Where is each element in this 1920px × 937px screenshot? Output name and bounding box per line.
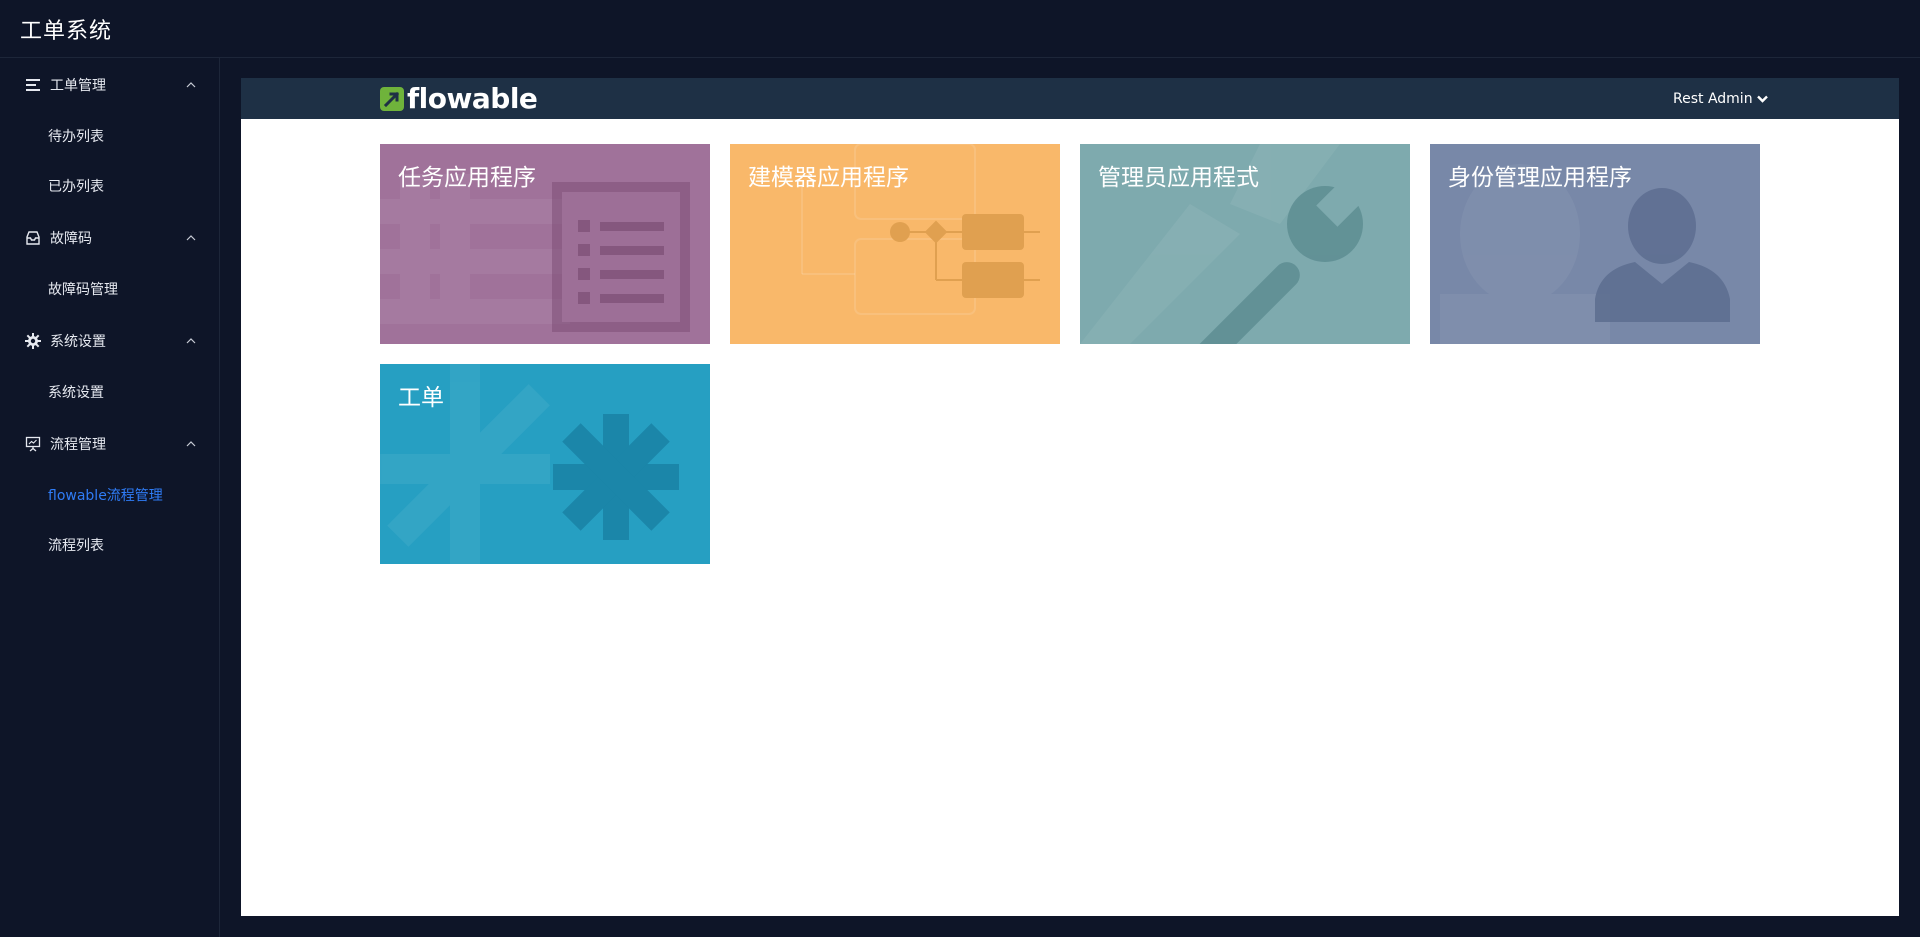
chevron-up-icon [185, 438, 197, 450]
flowable-header: flowable Rest Admin [241, 78, 1899, 119]
menu-item-label: 故障码管理 [48, 282, 118, 298]
menu-group-label: 流程管理 [50, 436, 106, 453]
menu-item-label: flowable流程管理 [48, 488, 163, 504]
menu-item-label: 流程列表 [48, 538, 104, 554]
tile-task-app[interactable]: 任务应用程序 [380, 144, 710, 344]
menu-item-label: 已办列表 [48, 179, 104, 195]
menu-item-flowable-process-management[interactable]: flowable流程管理 [0, 470, 219, 520]
menu-group-fault-code[interactable]: 故障码 [0, 211, 219, 264]
tile-title: 任务应用程序 [398, 165, 536, 191]
flowable-logo[interactable]: flowable [380, 82, 538, 115]
flowable-frame: flowable Rest Admin 任务应用程序 建模器应用程序 管理员应用… [241, 78, 1899, 916]
menu-item-process-list[interactable]: 流程列表 [0, 520, 219, 570]
menu-item-done-list[interactable]: 已办列表 [0, 161, 219, 211]
flowable-logo-icon [380, 87, 404, 111]
menu-group-ticket-management[interactable]: 工单管理 [0, 58, 219, 111]
list-icon [24, 76, 42, 94]
chevron-up-icon [185, 335, 197, 347]
chevron-up-icon [185, 79, 197, 91]
menu-item-fault-code-management[interactable]: 故障码管理 [0, 264, 219, 314]
menu-group-label: 系统设置 [50, 333, 106, 350]
menu-item-system-settings[interactable]: 系统设置 [0, 367, 219, 417]
menu-item-label: 系统设置 [48, 385, 104, 401]
menu-group-label: 故障码 [50, 230, 92, 247]
tile-admin-app[interactable]: 管理员应用程式 [1080, 144, 1410, 344]
menu-group-label: 工单管理 [50, 77, 106, 94]
menu-group-process-management[interactable]: 流程管理 [0, 417, 219, 470]
app-title: 工单系统 [20, 18, 113, 44]
tile-title: 工单 [398, 385, 444, 411]
tile-work-order[interactable]: 工单 [380, 364, 710, 564]
tile-title: 身份管理应用程序 [1448, 165, 1632, 191]
tile-title: 建模器应用程序 [748, 165, 909, 191]
menu-group-system-settings[interactable]: 系统设置 [0, 314, 219, 367]
tile-title: 管理员应用程式 [1098, 165, 1259, 191]
chevron-down-icon [1756, 95, 1768, 103]
user-name: Rest Admin [1673, 90, 1753, 107]
presentation-icon [24, 435, 42, 453]
user-menu[interactable]: Rest Admin [1673, 78, 1768, 119]
tile-identity-app[interactable]: 身份管理应用程序 [1430, 144, 1760, 344]
chevron-up-icon [185, 232, 197, 244]
menu-item-todo-list[interactable]: 待办列表 [0, 111, 219, 161]
top-bar: 工单系统 [0, 0, 1920, 58]
tile-modeler-app[interactable]: 建模器应用程序 [730, 144, 1060, 344]
gear-icon [24, 332, 42, 350]
inbox-icon [24, 229, 42, 247]
sidebar: 工单管理 待办列表 已办列表 故障码 故障码管理 系统设置 系统设置 流程管理 [0, 58, 220, 937]
flowable-logo-text: flowable [407, 82, 538, 115]
menu-item-label: 待办列表 [48, 129, 104, 145]
